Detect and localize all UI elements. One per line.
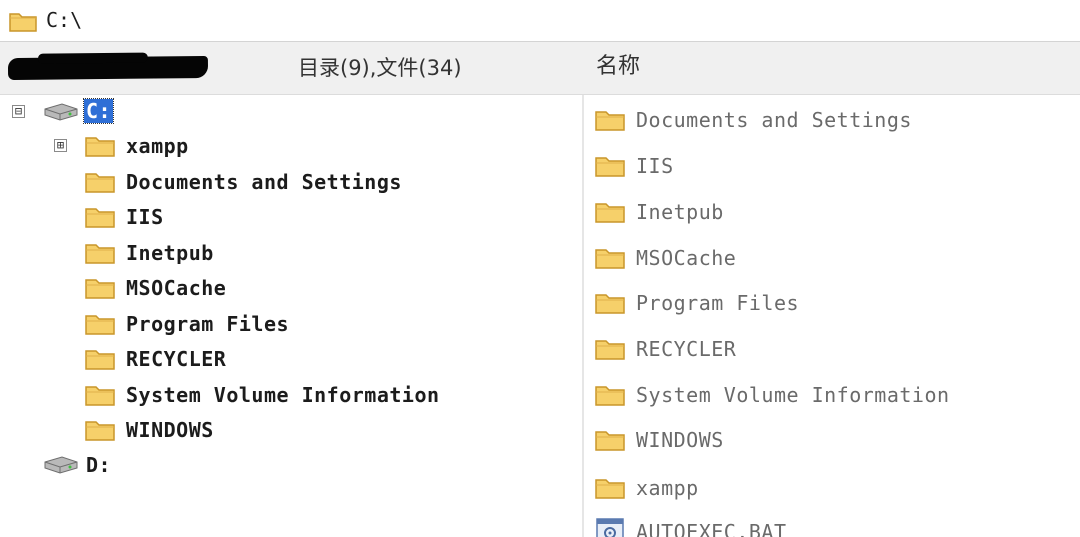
file-list-pane[interactable]: Documents and Settings IIS Inetpub MSOCa… [586,95,1080,537]
tree-item-label[interactable]: System Volume Information [126,383,440,407]
list-item-label[interactable]: Inetpub [636,200,724,224]
folder-icon [594,382,626,408]
tree-item-label[interactable]: Inetpub [126,241,214,265]
header-strip: 目录(9),文件(34) 名称 [0,42,1080,95]
folder-icon [84,275,116,301]
tree-item-label[interactable]: Program Files [126,312,289,336]
folder-icon [84,133,116,159]
folder-icon [84,346,116,372]
list-item-msocache[interactable]: MSOCache [594,241,1074,275]
folder-icon [594,475,626,501]
tree-item-label[interactable]: MSOCache [126,276,226,300]
list-item-label[interactable]: xampp [636,476,699,500]
tree-item-windows[interactable]: WINDOWS [0,413,584,447]
folder-icon [594,290,626,316]
folder-icon [84,240,116,266]
address-path[interactable]: C:\ [46,8,82,32]
address-bar[interactable]: C:\ [0,0,1080,42]
list-item-iis[interactable]: IIS [594,149,1074,183]
folder-icon [594,245,626,271]
list-item-windows[interactable]: WINDOWS [594,423,1074,457]
list-item-label[interactable]: WINDOWS [636,428,724,452]
folder-icon [594,199,626,225]
name-column-header[interactable]: 名称 [596,54,640,80]
tree-item-documents-and-settings[interactable]: Documents and Settings [0,165,584,199]
tree-item-label[interactable]: IIS [126,205,164,229]
list-item-label[interactable]: Documents and Settings [636,108,912,132]
folder-icon [8,9,38,33]
item-count-label: 目录(9),文件(34) [298,56,462,80]
list-item-recycler[interactable]: RECYCLER [594,332,1074,366]
collapse-expander[interactable]: ⊟ [12,105,25,118]
folder-icon [594,153,626,179]
folder-icon [84,382,116,408]
folder-icon [594,427,626,453]
batch-file-icon [594,517,626,537]
drive-c-label[interactable]: C: [82,98,115,124]
folder-icon [84,417,116,443]
tree-item-recycler[interactable]: RECYCLER [0,342,584,376]
tree-item-inetpub[interactable]: Inetpub [0,236,584,270]
file-manager-window: C:\ 目录(9),文件(34) 名称 ⊟ C: ⊞ xampp Documen… [0,0,1080,537]
folder-tree-pane[interactable]: ⊟ C: ⊞ xampp Documents and Settings IIS … [0,95,584,537]
list-item-inetpub[interactable]: Inetpub [594,195,1074,229]
tree-item-label[interactable]: xampp [126,134,189,158]
folder-icon [84,311,116,337]
tree-item-label[interactable]: Documents and Settings [126,170,402,194]
tree-item-label[interactable]: WINDOWS [126,418,214,442]
list-item-label[interactable]: Program Files [636,291,799,315]
drive-d-label[interactable]: D: [86,453,111,477]
list-item-program-files[interactable]: Program Files [594,286,1074,320]
list-item-label[interactable]: AUTOEXEC.BAT [636,520,787,537]
list-item-system-volume-information[interactable]: System Volume Information [594,378,1074,412]
list-item-label[interactable]: IIS [636,154,674,178]
list-item-label[interactable]: RECYCLER [636,337,736,361]
drive-icon [42,454,80,476]
tree-item-msocache[interactable]: MSOCache [0,271,584,305]
tree-item-program-files[interactable]: Program Files [0,307,584,341]
folder-icon [84,204,116,230]
tree-item-system-volume-information[interactable]: System Volume Information [0,378,584,412]
expand-expander[interactable]: ⊞ [54,139,67,152]
list-item-label[interactable]: MSOCache [636,246,736,270]
folder-icon [594,336,626,362]
folder-icon [594,107,626,133]
tree-item-label[interactable]: RECYCLER [126,347,226,371]
redacted-area [7,55,209,81]
tree-item-iis[interactable]: IIS [0,200,584,234]
list-item-label[interactable]: System Volume Information [636,383,950,407]
list-item-documents-and-settings[interactable]: Documents and Settings [594,103,1074,137]
tree-item-xampp[interactable]: ⊞ xampp [0,129,584,163]
tree-item-drive-d[interactable]: D: [0,448,584,482]
list-item-xampp[interactable]: xampp [594,471,1074,505]
list-item-autoexec-bat[interactable]: AUTOEXEC.BAT [594,515,1074,537]
drive-icon [42,101,80,123]
folder-icon [84,169,116,195]
tree-item-drive-c[interactable]: ⊟ C: [0,95,584,129]
